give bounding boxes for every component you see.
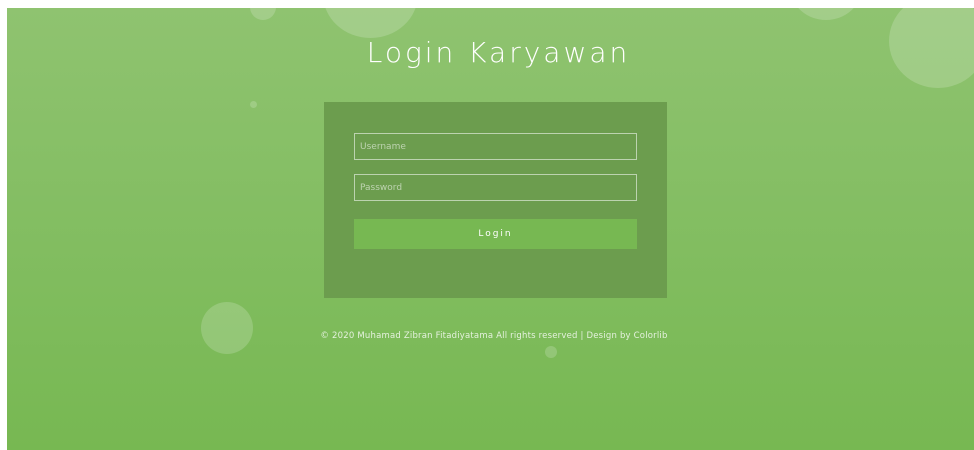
login-page-background: Login Karyawan Login © 2020 Muhamad Zibr…	[7, 8, 974, 450]
password-input[interactable]	[354, 174, 637, 201]
decorative-bubble	[791, 8, 861, 20]
page-title: Login Karyawan	[366, 36, 631, 69]
decorative-bubble	[323, 8, 418, 38]
decorative-bubble	[250, 8, 276, 20]
login-form-panel: Login	[324, 102, 667, 298]
decorative-bubble	[250, 101, 257, 108]
footer-copyright: © 2020 Muhamad Zibran Fitadiyatama All r…	[320, 331, 668, 341]
decorative-bubble	[201, 302, 253, 354]
username-input[interactable]	[354, 133, 637, 160]
login-button[interactable]: Login	[354, 219, 637, 249]
decorative-bubble	[545, 346, 557, 358]
